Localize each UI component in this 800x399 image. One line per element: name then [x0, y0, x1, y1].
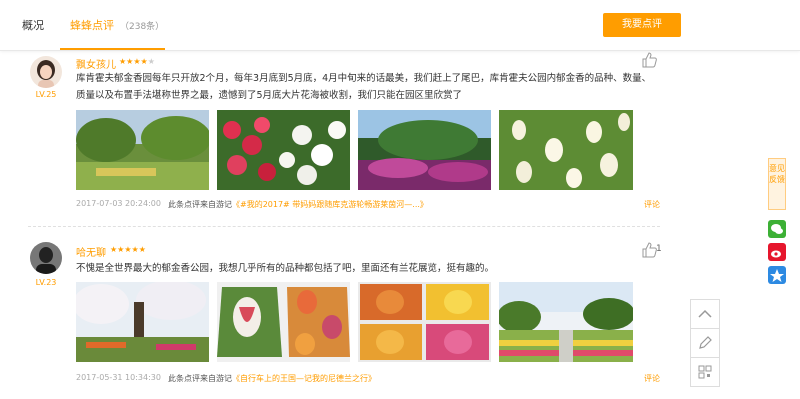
review-photo[interactable] — [217, 282, 350, 362]
review-item: LV.25 飘女孩儿 ★★★★★ 库肯霍夫郁金香园每年只开放2个月，每年3月底到… — [0, 52, 690, 232]
tab-reviews[interactable]: 蜂蜂点评 （238条） — [70, 17, 164, 33]
user-level: LV.23 — [35, 278, 57, 287]
review-date: 2017-07-03 20:24:00 — [76, 199, 161, 208]
thumbs-up-icon[interactable] — [641, 52, 657, 68]
divider — [28, 226, 660, 227]
review-source: 此条点评来自游记《#我的2017# 带妈妈跟随库克游轮畅游莱茵河—...》 — [168, 199, 428, 210]
avatar[interactable] — [30, 56, 62, 88]
tab-reviews-label: 蜂蜂点评 — [70, 19, 114, 32]
review-photo[interactable] — [499, 282, 633, 362]
review-photo[interactable] — [358, 282, 491, 362]
review-photo[interactable] — [217, 110, 350, 190]
qr-code-icon[interactable] — [690, 357, 720, 387]
arrow-up-icon[interactable] — [690, 299, 720, 329]
review-date: 2017-05-31 10:34:30 — [76, 373, 161, 382]
qzone-icon[interactable] — [768, 266, 786, 284]
review-item: LV.23 哈无聊 ★★★★★ 1 不愧是全世界最大的郁金香公园，我想几乎所有的… — [0, 242, 690, 392]
review-photo[interactable] — [76, 282, 209, 362]
review-text: 不愧是全世界最大的郁金香公园，我想几乎所有的品种都包括了吧，里面还有兰花展览，挺… — [76, 263, 495, 274]
source-prefix: 此条点评来自游记 — [168, 374, 232, 383]
star-icon: ★★★★ — [119, 57, 148, 66]
feedback-button[interactable]: 意见反馈 — [768, 158, 786, 210]
star-rating: ★★★★★ — [119, 57, 155, 66]
username[interactable]: 飘女孩儿 — [76, 56, 116, 71]
comment-link[interactable]: 评论 — [644, 373, 660, 384]
user-level: LV.25 — [35, 90, 57, 99]
source-prefix: 此条点评来自游记 — [168, 200, 232, 209]
wechat-icon[interactable] — [768, 220, 786, 238]
star-rating: ★★★★★ — [110, 245, 146, 254]
star-empty-icon: ★ — [147, 57, 155, 66]
tab-overview[interactable]: 概况 — [22, 17, 44, 33]
review-photo[interactable] — [499, 110, 633, 190]
avatar[interactable] — [30, 242, 62, 274]
source-trip-link[interactable]: 《#我的2017# 带妈妈跟随库克游轮畅游莱茵河—...》 — [232, 200, 428, 209]
weibo-icon[interactable] — [768, 243, 786, 261]
source-trip-link[interactable]: 《自行车上的王国—记我的尼德兰之行》 — [232, 374, 376, 383]
review-photo[interactable] — [358, 110, 491, 190]
review-text: 库肯霍夫郁金香园每年只开放2个月，每年3月底到5月底，4月中旬来的话最美，我们赶… — [76, 73, 652, 101]
pencil-icon[interactable] — [690, 328, 720, 358]
review-photo[interactable] — [76, 110, 209, 190]
review-tab-bar: 概况 蜂蜂点评 （238条） 我要点评 — [0, 0, 800, 51]
username[interactable]: 哈无聊 — [76, 244, 106, 259]
review-source: 此条点评来自游记《自行车上的王国—记我的尼德兰之行》 — [168, 373, 376, 384]
like-count: 1 — [656, 244, 662, 254]
active-tab-indicator — [60, 48, 165, 50]
star-icon: ★★★★★ — [110, 245, 146, 254]
reviews-count: （238条） — [120, 22, 165, 32]
thumbs-up-icon[interactable] — [641, 242, 657, 258]
comment-link[interactable]: 评论 — [644, 199, 660, 210]
write-review-button[interactable]: 我要点评 — [603, 13, 681, 37]
